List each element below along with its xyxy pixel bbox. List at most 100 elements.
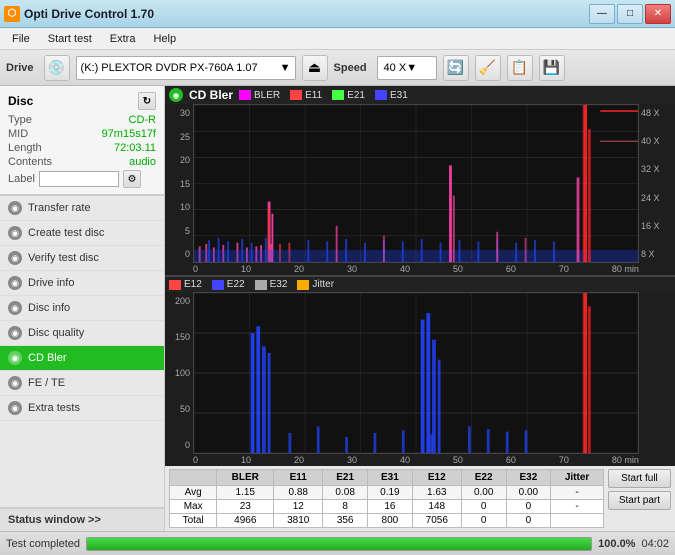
save-button[interactable]: 💾: [539, 55, 565, 81]
stats-max-bler: 23: [217, 500, 274, 514]
drive-icon-btn[interactable]: 💿: [44, 55, 70, 81]
menu-extra[interactable]: Extra: [102, 31, 144, 47]
legend-e32-color: [255, 280, 267, 290]
bottom-chart-svg: [194, 293, 638, 453]
top-x-axis: 0 10 20 30 40 50 60 70 80 min: [165, 263, 675, 275]
progress-bar: [86, 537, 592, 551]
right-y-32x: 32 X: [639, 164, 675, 174]
refresh-button[interactable]: 🔄: [443, 55, 469, 81]
cd-bler-icon: ◉: [8, 351, 22, 365]
speed-select[interactable]: 40 X ▼: [377, 56, 437, 80]
disc-length-row: Length 72:03.11: [8, 142, 156, 154]
sidebar-item-cd-bler[interactable]: ◉ CD Bler: [0, 346, 164, 371]
bx-label-20: 20: [294, 455, 304, 465]
legend-e12-color: [169, 280, 181, 290]
legend-e12-label: E12: [184, 279, 202, 290]
legend-e21-color: [332, 90, 344, 100]
stats-avg-e32: 0.00: [506, 486, 551, 500]
menu-file[interactable]: File: [4, 31, 38, 47]
bx-label-30: 30: [347, 455, 357, 465]
drive-info-icon: ◉: [8, 276, 22, 290]
stats-col-jitter: Jitter: [551, 470, 604, 486]
stats-total-e12: 7056: [412, 514, 461, 528]
stats-col-e11: E11: [274, 470, 323, 486]
x-label-10: 10: [241, 264, 251, 274]
sidebar-item-drive-info[interactable]: ◉ Drive info: [0, 271, 164, 296]
top-y-axis: 30 25 20 15 10 5 0: [165, 104, 193, 263]
start-part-button[interactable]: Start part: [608, 491, 671, 510]
start-full-button[interactable]: Start full: [608, 469, 671, 488]
menu-help[interactable]: Help: [145, 31, 184, 47]
sidebar-label-transfer-rate: Transfer rate: [28, 202, 91, 214]
disc-type-label: Type: [8, 114, 32, 126]
y-label-0: 0: [165, 249, 193, 259]
top-chart-legend: BLER E11 E21 E31: [239, 90, 408, 101]
legend-e11: E11: [290, 90, 322, 101]
bx-label-60: 60: [506, 455, 516, 465]
disc-length-value: 72:03.11: [114, 142, 156, 154]
status-bar: Test completed 100.0% 04:02: [0, 531, 675, 555]
title-bar-controls: — □ ✕: [589, 4, 671, 24]
menu-start-test[interactable]: Start test: [40, 31, 100, 47]
legend-e32: E32: [255, 279, 288, 290]
sidebar-label-disc-info: Disc info: [28, 302, 70, 314]
sidebar-item-disc-info[interactable]: ◉ Disc info: [0, 296, 164, 321]
stats-avg-label: Avg: [170, 486, 217, 500]
disc-panel-header: Disc ↻: [8, 92, 156, 110]
stats-table: BLER E11 E21 E31 E12 E22 E32 Jitter Avg: [169, 469, 604, 528]
legend-jitter: Jitter: [297, 279, 334, 290]
stats-col-e32: E32: [506, 470, 551, 486]
x-label-40: 40: [400, 264, 410, 274]
minimize-button[interactable]: —: [589, 4, 615, 24]
bottom-chart-section: E12 E22 E32 Jitter: [165, 277, 675, 466]
disc-refresh-btn[interactable]: ↻: [138, 92, 156, 110]
transfer-rate-icon: ◉: [8, 201, 22, 215]
stats-col-bler: BLER: [217, 470, 274, 486]
legend-bler-label: BLER: [254, 90, 280, 101]
stats-total-e31: 800: [368, 514, 413, 528]
stats-avg-e12: 1.63: [412, 486, 461, 500]
status-window-button[interactable]: Status window >>: [0, 507, 164, 531]
bx-label-70: 70: [559, 455, 569, 465]
charts-section: ◉ CD Bler BLER E11 E21: [165, 86, 675, 466]
disc-quality-icon: ◉: [8, 326, 22, 340]
disc-info-icon: ◉: [8, 301, 22, 315]
drive-select[interactable]: (K:) PLEXTOR DVDR PX-760A 1.07 ▼: [76, 56, 296, 80]
erase-button[interactable]: 🧹: [475, 55, 501, 81]
stats-max-e32: 0: [506, 500, 551, 514]
title-bar: ⬡ Opti Drive Control 1.70 — □ ✕: [0, 0, 675, 28]
sidebar-item-transfer-rate[interactable]: ◉ Transfer rate: [0, 196, 164, 221]
disc-mid-row: MID 97m15s17f: [8, 128, 156, 140]
app-icon: ⬡: [4, 6, 20, 22]
disc-contents-label: Contents: [8, 156, 52, 168]
stats-avg-bler: 1.15: [217, 486, 274, 500]
disc-type-value: CD-R: [129, 114, 157, 126]
eject-button[interactable]: ⏏: [302, 55, 328, 81]
sidebar-item-verify-test-disc[interactable]: ◉ Verify test disc: [0, 246, 164, 271]
disc-label-btn[interactable]: ⚙: [123, 170, 141, 188]
bx-label-0: 0: [193, 455, 198, 465]
stats-row-total: Total 4966 3810 356 800 7056 0 0: [170, 514, 604, 528]
y-label-25: 25: [165, 132, 193, 142]
sidebar-item-extra-tests[interactable]: ◉ Extra tests: [0, 396, 164, 421]
sidebar-item-create-test-disc[interactable]: ◉ Create test disc: [0, 221, 164, 246]
disc-contents-value: audio: [129, 156, 156, 168]
cd-bler-chart-title: CD Bler: [189, 88, 233, 102]
sidebar-label-fe-te: FE / TE: [28, 377, 65, 389]
status-window-label: Status window >>: [8, 514, 101, 526]
legend-e31-color: [375, 90, 387, 100]
maximize-button[interactable]: □: [617, 4, 643, 24]
disc-mid-label: MID: [8, 128, 28, 140]
top-chart-section: ◉ CD Bler BLER E11 E21: [165, 86, 675, 277]
copy-button[interactable]: 📋: [507, 55, 533, 81]
bottom-chart-plot: [193, 292, 639, 454]
disc-label-input[interactable]: [39, 171, 119, 187]
by-label-200: 200: [165, 296, 193, 306]
close-button[interactable]: ✕: [645, 4, 671, 24]
legend-e22-label: E22: [227, 279, 245, 290]
stats-area: BLER E11 E21 E31 E12 E22 E32 Jitter Avg: [165, 466, 675, 531]
x-label-30: 30: [347, 264, 357, 274]
legend-e31-label: E31: [390, 90, 408, 101]
sidebar-item-disc-quality[interactable]: ◉ Disc quality: [0, 321, 164, 346]
sidebar-item-fe-te[interactable]: ◉ FE / TE: [0, 371, 164, 396]
